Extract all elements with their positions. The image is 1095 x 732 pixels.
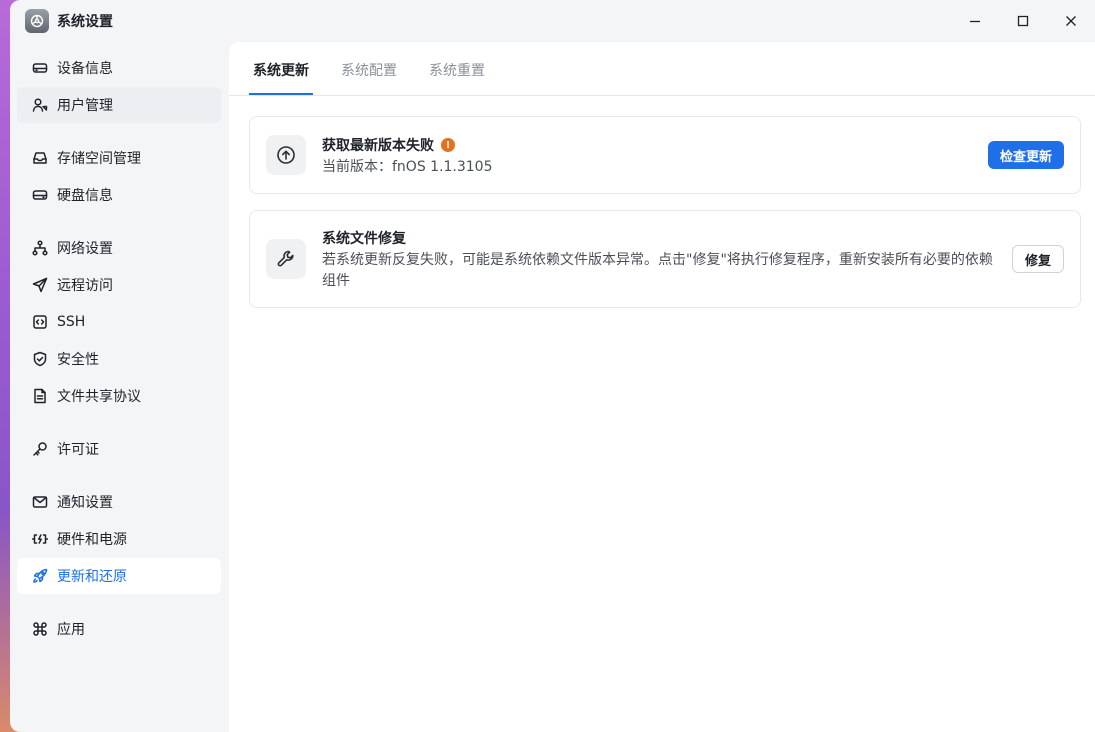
title-bar: 系统设置	[10, 0, 1095, 42]
repair-card: 系统文件修复 若系统更新反复失败，可能是系统依赖文件版本异常。点击"修复"将执行…	[249, 210, 1081, 308]
user-icon	[32, 97, 48, 113]
sidebar-item-label: 网络设置	[57, 241, 113, 257]
sidebar-item-apps[interactable]: 应用	[17, 611, 221, 647]
sidebar-item-label: 硬件和电源	[57, 532, 127, 548]
update-status-text: 获取最新版本失败	[322, 138, 434, 154]
sidebar-item-label: 用户管理	[57, 98, 113, 114]
sidebar-item-hardware-power[interactable]: 硬件和电源	[17, 521, 221, 557]
disk-icon	[32, 187, 48, 203]
update-card: 获取最新版本失败 ! 当前版本：fnOS 1.1.3105 检查更新	[249, 116, 1081, 194]
rocket-icon	[32, 568, 48, 584]
sidebar-item-label: 硬盘信息	[57, 188, 113, 204]
shield-icon	[32, 351, 48, 367]
active-tab-indicator	[249, 93, 313, 95]
current-version: 当前版本：fnOS 1.1.3105	[322, 159, 493, 175]
window-title: 系统设置	[57, 14, 113, 30]
sidebar-item-user-management[interactable]: 用户管理	[17, 87, 221, 123]
sidebar-item-label: 许可证	[57, 442, 99, 458]
sidebar-item-update-restore[interactable]: 更新和还原	[17, 558, 221, 594]
sidebar-item-label: 通知设置	[57, 495, 113, 511]
sidebar-item-label: 应用	[57, 622, 85, 638]
sidebar-item-storage[interactable]: 存储空间管理	[17, 140, 221, 176]
repair-description: 若系统更新反复失败，可能是系统依赖文件版本异常。点击"修复"将执行修复程序，重新…	[322, 252, 993, 289]
device-icon	[32, 60, 48, 76]
repair-button[interactable]: 修复	[1011, 245, 1064, 273]
warning-icon: !	[441, 138, 455, 152]
close-icon[interactable]	[1047, 8, 1095, 34]
sidebar-item-license[interactable]: 许可证	[17, 431, 221, 467]
sidebar-item-security[interactable]: 安全性	[17, 341, 221, 377]
file-icon	[32, 388, 48, 404]
sidebar-item-remote-access[interactable]: 远程访问	[17, 267, 221, 303]
arrow-up-circle-icon	[266, 135, 306, 175]
window-controls	[951, 8, 1095, 34]
sidebar-item-network[interactable]: 网络设置	[17, 230, 221, 266]
tab-bar: 系统更新 系统配置 系统重置	[229, 42, 1095, 96]
maximize-icon[interactable]	[999, 8, 1047, 34]
tab-system-config[interactable]: 系统配置	[341, 60, 397, 80]
wrench-icon	[266, 239, 306, 279]
power-icon	[32, 531, 48, 547]
sidebar-item-file-sharing[interactable]: 文件共享协议	[17, 378, 221, 414]
tab-system-update[interactable]: 系统更新	[253, 60, 309, 80]
main-content: 系统更新 系统配置 系统重置 获取最新版本失败 ! 当前版本：fnOS 1.1.…	[229, 42, 1095, 732]
sidebar-item-disk-info[interactable]: 硬盘信息	[17, 177, 221, 213]
settings-app-icon	[25, 9, 49, 33]
sidebar-item-label: 更新和还原	[57, 569, 127, 585]
tab-system-reset[interactable]: 系统重置	[429, 60, 485, 80]
settings-window: 系统设置 设备信息 用户管理 存储空间管理 硬盘信息 网络设置 远程访问 SSH…	[10, 0, 1095, 732]
sidebar-item-label: 存储空间管理	[57, 151, 141, 167]
send-icon	[32, 277, 48, 293]
sidebar-item-label: 设备信息	[57, 61, 113, 77]
sidebar-item-label: 远程访问	[57, 278, 113, 294]
check-update-button[interactable]: 检查更新	[987, 141, 1064, 169]
terminal-icon	[32, 314, 48, 330]
sidebar-item-label: 安全性	[57, 352, 99, 368]
mail-icon	[32, 494, 48, 510]
sidebar-item-device-info[interactable]: 设备信息	[17, 50, 221, 86]
apps-icon	[32, 621, 48, 637]
sidebar-item-label: 文件共享协议	[57, 389, 141, 405]
repair-title: 系统文件修复	[322, 231, 406, 247]
update-status-title: 获取最新版本失败 !	[322, 135, 455, 155]
network-icon	[32, 240, 48, 256]
sidebar-item-ssh[interactable]: SSH	[17, 304, 221, 340]
sidebar-item-label: SSH	[57, 314, 86, 330]
minimize-icon[interactable]	[951, 8, 999, 34]
sidebar-item-notifications[interactable]: 通知设置	[17, 484, 221, 520]
key-icon	[32, 441, 48, 457]
storage-icon	[32, 150, 48, 166]
